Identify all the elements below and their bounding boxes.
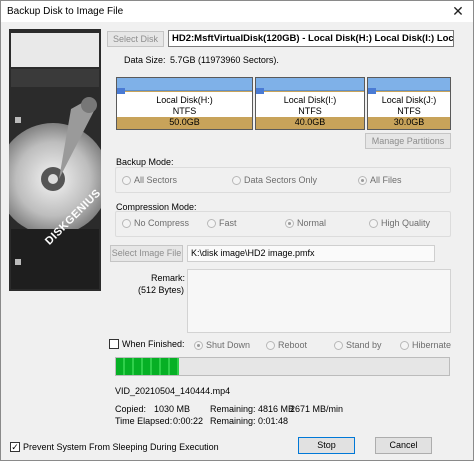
data-size-value: 5.7GB (11973960 Sectors).	[170, 55, 279, 65]
data-size-label: Data Size:	[124, 55, 166, 65]
backup-mode-label: Backup Mode:	[116, 157, 174, 167]
hard-disk-icon	[0, 29, 109, 291]
radio-reboot[interactable]: Reboot	[266, 340, 307, 350]
radio-circle-icon	[122, 175, 131, 185]
time-remaining-value: 0:01:48	[258, 416, 289, 426]
radio-selected-icon	[194, 340, 203, 350]
stop-button[interactable]: Stop	[298, 437, 355, 454]
window-title: Backup Disk to Image File	[7, 6, 124, 17]
partition-fs: NTFS	[172, 106, 197, 116]
partition-name: Local Disk(H:)	[156, 95, 213, 105]
copied-label: Copied:	[115, 404, 147, 414]
close-icon[interactable]: ✕	[443, 1, 473, 22]
radio-circle-icon	[266, 340, 275, 350]
partition-h[interactable]: Local Disk(H:) NTFS 50.0GB	[116, 77, 253, 130]
title-bar: Backup Disk to Image File ✕	[1, 1, 473, 22]
current-file-name: VID_20210504_140444.mp4	[115, 386, 231, 396]
diskgenius-logo-graphic: DISKGENIUS	[0, 29, 109, 291]
radio-no-compress[interactable]: No Compress	[122, 218, 189, 228]
copied-value: 1030 MB	[154, 404, 191, 414]
cancel-button[interactable]: Cancel	[375, 437, 432, 454]
radio-all-sectors[interactable]: All Sectors	[122, 175, 177, 185]
time-elapsed-value: 0:00:22	[173, 416, 204, 426]
remark-textarea[interactable]	[187, 269, 451, 333]
radio-circle-icon	[122, 218, 131, 228]
when-finished-checkbox[interactable]: When Finished:	[109, 339, 185, 349]
radio-normal[interactable]: Normal	[285, 218, 326, 228]
radio-circle-icon	[334, 340, 343, 350]
partition-i[interactable]: Local Disk(I:) NTFS 40.0GB	[255, 77, 365, 130]
backup-dialog: Backup Disk to Image File ✕ DISKGENIUS S…	[0, 0, 474, 461]
source-disk-field[interactable]: HD2:MsftVirtualDisk(120GB) - Local Disk(…	[168, 30, 454, 47]
select-disk-button[interactable]: Select Disk	[107, 31, 164, 47]
partition-size: 30.0GB	[393, 117, 425, 127]
data-remaining-label: Remaining:	[210, 404, 256, 414]
data-remaining-value: 4816 MB	[258, 404, 295, 414]
time-elapsed-label: Time Elapsed:	[115, 416, 173, 426]
remark-label: Remark:	[151, 273, 186, 283]
radio-high-quality[interactable]: High Quality	[369, 218, 430, 228]
radio-circle-icon	[400, 340, 409, 350]
radio-selected-icon	[285, 218, 294, 228]
partition-fs: NTFS	[298, 106, 322, 116]
partition-name: Local Disk(J:)	[381, 95, 437, 105]
radio-stand-by[interactable]: Stand by	[334, 340, 382, 350]
select-image-file-button[interactable]: Select Image File	[110, 245, 183, 262]
radio-all-files[interactable]: All Files	[358, 175, 402, 185]
image-file-path-field[interactable]: K:\disk image\HD2 image.pmfx	[187, 245, 435, 262]
radio-selected-icon	[358, 175, 367, 185]
prevent-sleep-checkbox[interactable]: ✓ Prevent System From Sleeping During Exe…	[10, 442, 219, 452]
partition-size: 50.0GB	[169, 117, 200, 127]
time-remaining-label: Remaining:	[210, 416, 256, 426]
partition-fs: NTFS	[397, 106, 421, 116]
manage-partitions-button[interactable]: Manage Partitions	[365, 133, 451, 149]
partition-j[interactable]: Local Disk(J:) NTFS 30.0GB	[367, 77, 451, 130]
partition-size: 40.0GB	[294, 117, 326, 127]
radio-shut-down[interactable]: Shut Down	[194, 340, 250, 350]
partition-name: Local Disk(I:)	[283, 95, 337, 105]
radio-data-sectors-only[interactable]: Data Sectors Only	[232, 175, 317, 185]
radio-fast[interactable]: Fast	[207, 218, 237, 228]
checkbox-icon	[109, 339, 119, 349]
radio-circle-icon	[369, 218, 378, 228]
speed-value: 2671 MB/min	[290, 404, 344, 414]
radio-circle-icon	[207, 218, 216, 228]
checkmark-icon: ✓	[10, 442, 20, 452]
backup-progress-bar	[115, 357, 450, 376]
radio-hibernate[interactable]: Hibernate	[400, 340, 451, 350]
remark-size-label: (512 Bytes)	[138, 285, 185, 295]
radio-circle-icon	[232, 175, 241, 185]
progress-fill	[116, 358, 180, 375]
